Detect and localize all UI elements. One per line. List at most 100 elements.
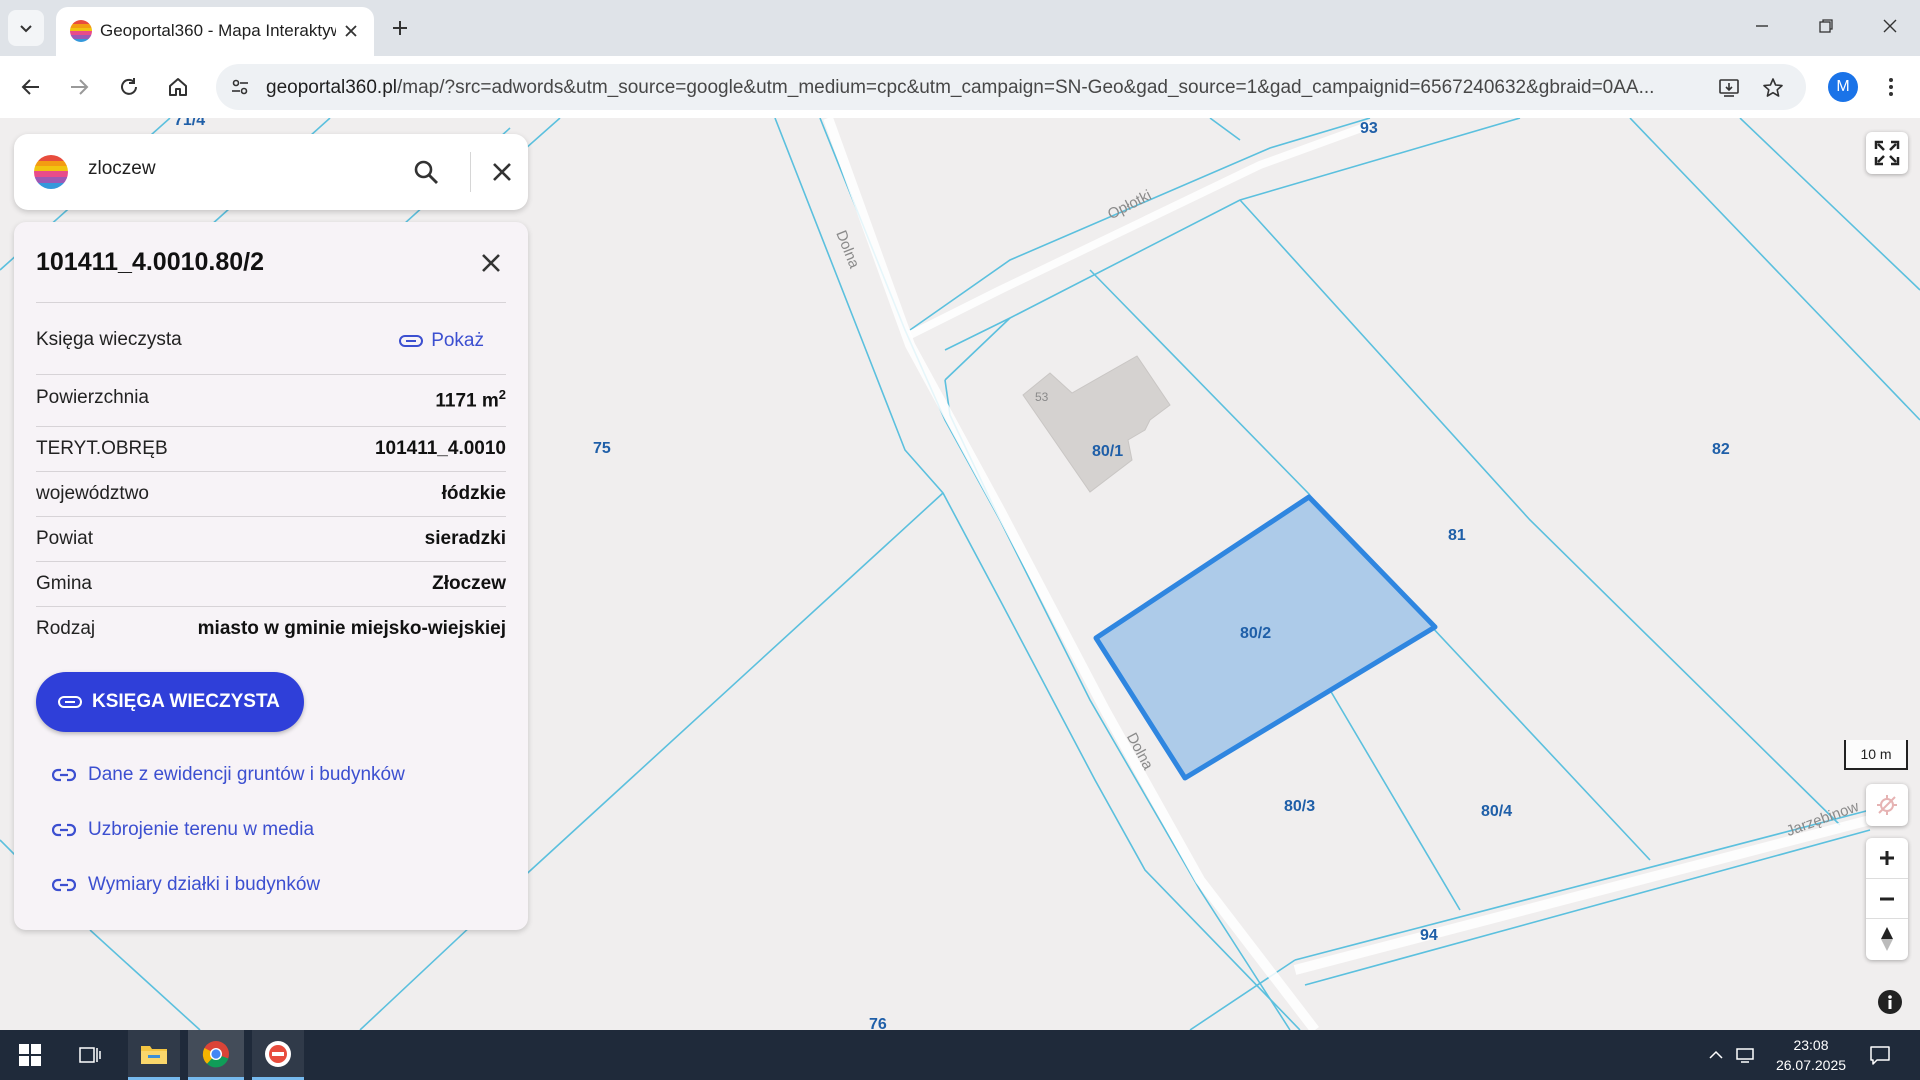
home-button[interactable] — [159, 68, 197, 106]
show-link-label: Pokaż — [431, 330, 484, 351]
reset-north-button[interactable] — [1866, 918, 1908, 958]
utilities-link[interactable]: Uzbrojenie terenu w media — [52, 819, 314, 841]
plus-icon — [1880, 851, 1894, 865]
browser-toolbar: geoportal360.pl/map/?src=adwords&utm_sou… — [0, 56, 1920, 118]
search-divider — [470, 152, 471, 192]
parcel-label: 76 — [869, 1016, 887, 1030]
network-icon[interactable] — [1730, 1030, 1760, 1080]
minus-icon — [1880, 897, 1894, 900]
search-button[interactable] — [408, 154, 444, 190]
minimize-icon — [1756, 25, 1768, 27]
dimensions-link[interactable]: Wymiary działki i budynków — [52, 874, 320, 896]
forward-button[interactable] — [60, 68, 98, 106]
app-taskbar-button[interactable] — [252, 1030, 304, 1080]
tab-search-button[interactable] — [8, 10, 44, 46]
clock-date: 26.07.2025 — [1775, 1057, 1847, 1073]
link-label: Wymiary działki i budynków — [88, 874, 321, 895]
clear-search-button[interactable] — [484, 154, 520, 190]
link-icon — [58, 696, 82, 708]
fullscreen-button[interactable] — [1866, 132, 1908, 174]
clock-time: 23:08 — [1793, 1037, 1829, 1053]
arrow-right-icon — [71, 79, 89, 95]
info-icon[interactable] — [1878, 990, 1902, 1014]
info-row: Rodzaj miasto w gminie miejsko-wiejskiej — [36, 606, 506, 651]
geolocation-button[interactable] — [1866, 784, 1908, 826]
app-round-icon — [265, 1040, 291, 1067]
info-row: Gmina Złoczew — [36, 561, 506, 606]
search-input[interactable]: zloczew — [88, 158, 388, 180]
scale-bar: 10 m — [1844, 740, 1908, 770]
close-icon — [493, 163, 511, 181]
row-label: TERYT.OBRĘB — [36, 438, 168, 459]
site-settings-icon[interactable] — [228, 75, 252, 99]
row-value: sieradzki — [424, 528, 506, 549]
tab-title: Geoportal360 - Mapa Interaktywna — [100, 21, 336, 40]
info-row: województwo łódzkie — [36, 471, 506, 516]
compass-icon — [1881, 926, 1893, 951]
parcel-label: 80/2 — [1240, 625, 1272, 642]
row-value: łódzkie — [441, 483, 506, 504]
parcel-label: 80/3 — [1284, 798, 1316, 815]
link-icon — [399, 335, 424, 347]
restore-icon — [1819, 19, 1833, 33]
link-icon — [52, 768, 76, 782]
address-bar[interactable]: geoportal360.pl/map/?src=adwords&utm_sou… — [216, 64, 1806, 110]
close-icon — [1883, 19, 1897, 33]
close-panel-button[interactable] — [474, 246, 508, 280]
land-register-button[interactable]: KSIĘGA WIECZYSTA — [36, 672, 304, 732]
row-value: 101411_4.0010 — [374, 438, 506, 459]
install-app-icon[interactable] — [1714, 73, 1744, 103]
reload-button[interactable] — [110, 68, 148, 106]
bookmark-star-icon[interactable] — [1758, 73, 1788, 103]
browser-tab-bar: Geoportal360 - Mapa Interaktywna — [0, 0, 1920, 56]
home-icon — [169, 78, 187, 96]
land-register-label: Księga wieczysta — [36, 329, 182, 350]
area-value: 1171 m2 — [435, 387, 506, 412]
back-button[interactable] — [12, 68, 50, 106]
info-row: Powiat sieradzki — [36, 516, 506, 561]
browser-tab[interactable]: Geoportal360 - Mapa Interaktywna — [56, 7, 374, 56]
restore-button[interactable] — [1804, 8, 1848, 44]
link-icon — [52, 823, 76, 837]
link-label: Dane z ewidencji gruntów i budynków — [88, 764, 405, 785]
parcel-info-panel: 101411_4.0010.80/2 Księga wieczysta Poka… — [14, 222, 528, 930]
search-icon — [414, 160, 438, 184]
land-register-row: Księga wieczysta Pokaż — [36, 302, 506, 374]
notifications-button[interactable] — [1852, 1030, 1908, 1080]
parcel-label: 75 — [593, 440, 611, 457]
land-records-link[interactable]: Dane z ewidencji gruntów i budynków — [52, 764, 405, 786]
minimize-button[interactable] — [1740, 8, 1784, 44]
zoom-in-button[interactable] — [1866, 838, 1908, 878]
file-explorer-button[interactable] — [128, 1030, 180, 1080]
zoom-controls — [1866, 838, 1908, 960]
new-tab-button[interactable] — [384, 12, 416, 44]
task-view-button[interactable] — [64, 1030, 116, 1080]
chrome-taskbar-button[interactable] — [188, 1030, 244, 1080]
row-label: Gmina — [36, 573, 92, 594]
fullscreen-icon — [1874, 140, 1900, 166]
arrow-left-icon — [21, 79, 39, 95]
zoom-out-button[interactable] — [1866, 878, 1908, 918]
parcel-label: 93 — [1360, 120, 1378, 137]
parcel-label: 94 — [1420, 927, 1438, 944]
area-label: Powierzchnia — [36, 387, 149, 408]
land-register-button-label: KSIĘGA WIECZYSTA — [92, 691, 280, 712]
tray-chevron-up-icon[interactable] — [1702, 1030, 1730, 1080]
start-button[interactable] — [4, 1030, 56, 1080]
tab-close-icon[interactable] — [339, 19, 363, 43]
info-row: TERYT.OBRĘB 101411_4.0010 — [36, 426, 506, 471]
profile-avatar[interactable]: M — [1828, 72, 1858, 102]
parcel-label: 81 — [1448, 527, 1466, 544]
parcel-label: 80/1 — [1092, 443, 1124, 460]
close-window-button[interactable] — [1868, 8, 1912, 44]
area-row: Powierzchnia 1171 m2 — [36, 374, 506, 426]
row-label: Powiat — [36, 528, 94, 549]
show-land-register-link[interactable]: Pokaż — [399, 330, 484, 352]
url-text: geoportal360.pl/map/?src=adwords&utm_sou… — [266, 77, 1706, 99]
row-label: Rodzaj — [36, 618, 96, 639]
notification-icon — [1870, 1046, 1890, 1065]
more-menu-icon[interactable] — [1876, 71, 1906, 103]
system-clock[interactable]: 23:08 26.07.2025 — [1768, 1035, 1854, 1075]
url-host: geoportal360.pl — [266, 77, 397, 98]
row-value: miasto w gminie miejsko-wiejskiej — [197, 618, 506, 639]
